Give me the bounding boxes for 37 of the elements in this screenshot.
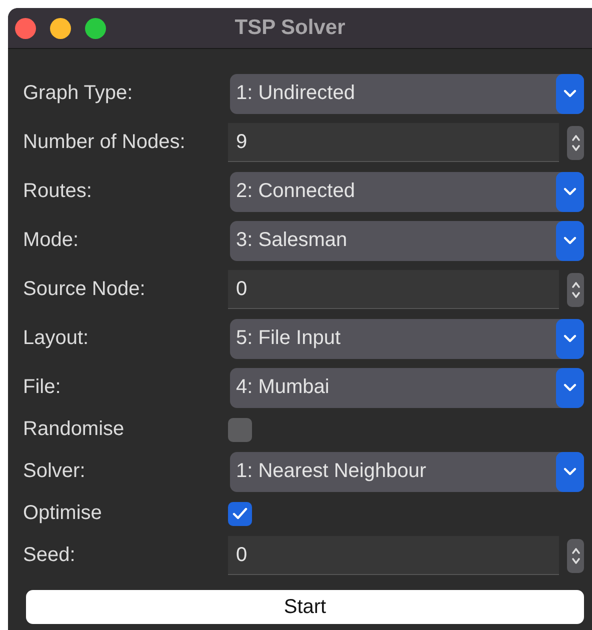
field-label: Layout:: [23, 327, 90, 350]
chevron-icon: [556, 452, 584, 492]
close-button[interactable]: [15, 18, 36, 38]
number-field[interactable]: 9: [228, 123, 559, 162]
field-label: File:: [23, 376, 62, 399]
dropdown[interactable]: 3: Salesman: [230, 220, 584, 260]
dropdown[interactable]: 1: Nearest Neighbour: [230, 452, 584, 492]
stepper[interactable]: [567, 272, 584, 306]
number-field[interactable]: 0: [228, 270, 559, 309]
field-label: Optimise: [23, 502, 103, 525]
field-label: Seed:: [23, 544, 76, 567]
field-label: Mode:: [23, 229, 80, 252]
dropdown[interactable]: 4: Mumbai: [230, 368, 584, 408]
window-title: TSP Solver: [234, 16, 346, 40]
field-label: Graph Type:: [23, 82, 134, 105]
chevron-icon: [556, 368, 584, 408]
chevron-icon: [556, 74, 584, 114]
chevron-icon: [556, 318, 584, 358]
dropdown[interactable]: 2: Connected: [230, 172, 584, 212]
dropdown[interactable]: 1: Undirected: [230, 74, 584, 114]
checkbox[interactable]: [228, 502, 252, 526]
checkmark-icon: [232, 506, 248, 520]
checkbox[interactable]: [228, 418, 252, 442]
start-button[interactable]: Start: [26, 590, 584, 624]
minimize-button[interactable]: [50, 18, 71, 38]
field-label: Solver:: [23, 460, 86, 483]
zoom-button[interactable]: [85, 18, 106, 38]
dropdown[interactable]: 5: File Input: [230, 318, 584, 358]
field-label: Source Node:: [23, 278, 146, 301]
chevron-icon: [556, 172, 584, 212]
field-label: Number of Nodes:: [23, 131, 186, 154]
stepper[interactable]: [567, 126, 584, 160]
number-field[interactable]: 0: [228, 536, 559, 575]
field-label: Routes:: [23, 180, 93, 203]
chevron-icon: [556, 220, 584, 260]
stepper[interactable]: [567, 538, 584, 572]
field-label: Randomise: [23, 418, 126, 441]
